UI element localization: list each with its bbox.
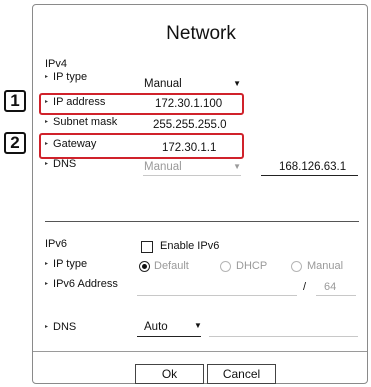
ipv6-dns-server-underline <box>209 336 358 337</box>
gateway-field[interactable]: 172.30.1.1 <box>162 142 216 154</box>
chevron-down-icon: ▼ <box>194 321 202 330</box>
subnet-mask-field[interactable]: 255.255.255.0 <box>153 119 227 131</box>
gateway-label: ▸ Gateway <box>45 138 97 150</box>
ipv4-ip-type-label: ▸ IP type <box>45 71 88 83</box>
enable-ipv6-checkbox[interactable] <box>141 241 153 253</box>
ipv6-dns-value: Auto <box>144 321 168 333</box>
ipv4-ip-type-value: Manual <box>144 78 182 90</box>
ipv4-ip-type-select[interactable]: Manual ▼ <box>143 78 241 92</box>
subnet-mask-label: ▸ Subnet mask <box>45 116 118 128</box>
ok-button[interactable]: Ok <box>135 364 204 384</box>
radio-default-label: Default <box>154 260 189 272</box>
bullet-icon: ▸ <box>45 119 49 125</box>
bullet-icon: ▸ <box>45 281 49 287</box>
bullet-icon: ▸ <box>45 324 49 330</box>
prefix-separator: / <box>303 281 307 293</box>
ipv6-section-label: IPv6 <box>45 238 68 250</box>
callout-2: 2 <box>4 132 26 154</box>
ipv6-prefix-field[interactable]: 64 <box>324 281 336 293</box>
footer-divider <box>33 351 367 352</box>
bullet-icon: ▸ <box>45 99 49 105</box>
enable-ipv6-label: Enable IPv6 <box>160 240 220 252</box>
network-dialog: Network IPv4 ▸ IP type Manual ▼ ▸ IP addre… <box>32 4 368 384</box>
ipv6-dns-select[interactable]: Auto ▼ <box>137 321 202 334</box>
ipv4-dns-mode-value: Manual <box>144 161 182 173</box>
ipv6-address-field[interactable] <box>137 281 297 295</box>
radio-selected-dot <box>142 264 147 269</box>
radio-manual-label: Manual <box>307 260 344 272</box>
bullet-icon: ▸ <box>45 74 49 80</box>
radio-manual[interactable] <box>291 261 302 272</box>
dns-mode-underline <box>143 175 241 176</box>
bullet-icon: ▸ <box>45 141 49 147</box>
ip-address-label: ▸ IP address <box>45 96 106 108</box>
dns-server-underline <box>261 175 358 176</box>
callout-1: 1 <box>4 90 26 112</box>
chevron-down-icon: ▼ <box>233 162 241 171</box>
ipv4-section-label: IPv4 <box>45 58 68 70</box>
ip-address-field[interactable]: 172.30.1.100 <box>155 98 222 110</box>
radio-default[interactable] <box>139 261 150 272</box>
ipv4-dns-mode-select[interactable]: Manual ▼ <box>143 161 241 175</box>
radio-dhcp-label: DHCP <box>236 260 268 272</box>
cancel-button[interactable]: Cancel <box>207 364 276 384</box>
bullet-icon: ▸ <box>45 261 49 267</box>
ipv6-dns-label: ▸ DNS <box>45 321 77 333</box>
ipv6-address-underline <box>137 295 297 296</box>
ipv6-prefix-underline <box>316 295 356 296</box>
dns-label: ▸ DNS <box>45 158 77 170</box>
ipv6-dns-underline <box>137 336 201 337</box>
dialog-title: Network <box>166 23 236 44</box>
ipv6-address-label: ▸ IPv6 Address <box>45 278 118 290</box>
bullet-icon: ▸ <box>45 161 49 167</box>
section-divider <box>45 221 359 222</box>
ipv6-ip-type-label: ▸ IP type <box>45 258 88 270</box>
chevron-down-icon: ▼ <box>233 79 241 88</box>
radio-dhcp[interactable] <box>220 261 231 272</box>
dns-server-field[interactable]: 168.126.63.1 <box>279 161 346 173</box>
